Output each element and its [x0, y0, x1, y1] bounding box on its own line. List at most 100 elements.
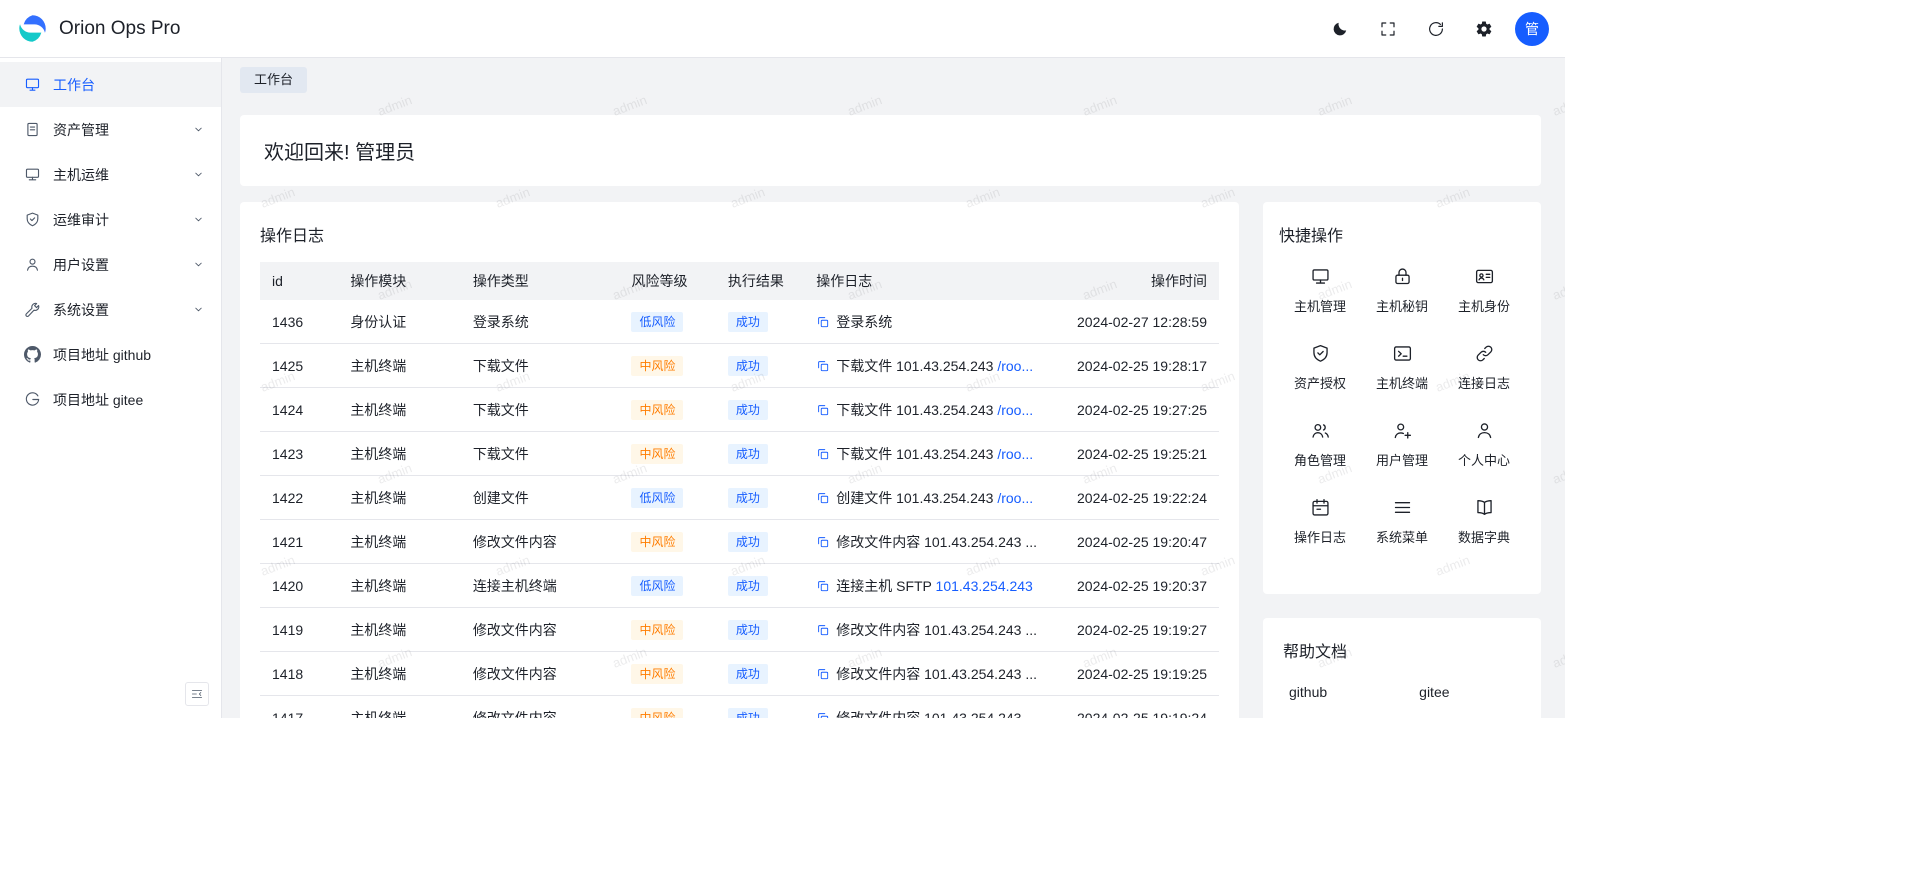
- risk-badge: 中风险: [631, 664, 683, 684]
- cell-type: 修改文件内容: [461, 608, 620, 652]
- quick-action-11[interactable]: 数据字典: [1443, 497, 1525, 546]
- log-link[interactable]: /roo...: [997, 402, 1033, 418]
- chevron-down-icon: [192, 123, 205, 136]
- cell-log: 修改文件内容 101.43.254.243 ...: [804, 652, 1057, 696]
- help-link-github[interactable]: github: [1289, 684, 1327, 700]
- quick-actions-title: 快捷操作: [1279, 222, 1525, 246]
- cell-time: 2024-02-25 19:27:25: [1057, 388, 1219, 432]
- quick-action-3[interactable]: 资产授权: [1279, 343, 1361, 392]
- quick-action-label: 资产授权: [1294, 373, 1346, 392]
- result-badge: 成功: [728, 488, 768, 508]
- quick-action-1[interactable]: 主机秘钥: [1361, 266, 1443, 315]
- help-docs-card: 帮助文档 githubgitee: [1263, 618, 1541, 718]
- column-header: 操作模块: [338, 262, 461, 300]
- quick-action-label: 系统菜单: [1376, 527, 1428, 546]
- log-text: 连接主机 SFTP 101.43.254.243: [836, 576, 1033, 596]
- cell-time: 2024-02-25 19:20:37: [1057, 564, 1219, 608]
- log-text: 下载文件 101.43.254.243 /roo...: [836, 444, 1033, 464]
- operation-log-title: 操作日志: [260, 222, 1219, 246]
- copy-icon[interactable]: [816, 711, 830, 719]
- cell-log: 登录系统: [804, 300, 1057, 344]
- header-actions: 管: [1323, 12, 1549, 46]
- copy-icon[interactable]: [816, 667, 830, 681]
- lock-icon: [1392, 266, 1413, 287]
- log-link[interactable]: /roo...: [997, 358, 1033, 374]
- cell-result: 成功: [716, 300, 804, 344]
- sidebar-item-3[interactable]: 运维审计: [0, 197, 221, 242]
- cell-type: 修改文件内容: [461, 520, 620, 564]
- tab-workbench[interactable]: 工作台: [240, 67, 307, 93]
- quick-action-label: 连接日志: [1458, 373, 1510, 392]
- cell-risk: 中风险: [619, 696, 715, 719]
- log-text: 修改文件内容 101.43.254.243 ...: [836, 532, 1037, 552]
- sidebar-item-1[interactable]: 资产管理: [0, 107, 221, 152]
- cell-result: 成功: [716, 564, 804, 608]
- audit-icon: [1310, 343, 1331, 364]
- app-window: Orion Ops Pro 管 工作台资产管理主机运维运维审计用户设置系统设置项…: [0, 0, 1565, 718]
- log-link[interactable]: /roo...: [997, 446, 1033, 462]
- quick-action-8[interactable]: 个人中心: [1443, 420, 1525, 469]
- help-link-gitee[interactable]: gitee: [1419, 684, 1449, 700]
- cell-result: 成功: [716, 388, 804, 432]
- cell-type: 下载文件: [461, 388, 620, 432]
- sidebar-item-6[interactable]: 项目地址 github: [0, 332, 221, 377]
- sidebar-item-5[interactable]: 系统设置: [0, 287, 221, 332]
- sidebar-item-7[interactable]: 项目地址 gitee: [0, 377, 221, 422]
- quick-action-9[interactable]: 操作日志: [1279, 497, 1361, 546]
- result-badge: 成功: [728, 356, 768, 376]
- cell-id: 1420: [260, 564, 338, 608]
- sidebar-item-4[interactable]: 用户设置: [0, 242, 221, 287]
- cell-risk: 中风险: [619, 432, 715, 476]
- table-row: 1422主机终端创建文件低风险成功创建文件 101.43.254.243 /ro…: [260, 476, 1219, 520]
- top-header: Orion Ops Pro 管: [0, 0, 1565, 58]
- tab-bar: 工作台: [240, 58, 1541, 115]
- cell-time: 2024-02-25 19:19:27: [1057, 608, 1219, 652]
- copy-icon[interactable]: [816, 623, 830, 637]
- log-link[interactable]: 101.43.254.243: [936, 578, 1033, 594]
- fullscreen-button[interactable]: [1371, 12, 1405, 46]
- user-avatar[interactable]: 管: [1515, 12, 1549, 46]
- quick-action-label: 用户管理: [1376, 450, 1428, 469]
- theme-toggle-button[interactable]: [1323, 12, 1357, 46]
- sidebar: 工作台资产管理主机运维运维审计用户设置系统设置项目地址 github项目地址 g…: [0, 58, 222, 718]
- copy-icon[interactable]: [816, 315, 830, 329]
- chevron-down-icon: [192, 258, 205, 271]
- quick-action-label: 数据字典: [1458, 527, 1510, 546]
- cell-log: 下载文件 101.43.254.243 /roo...: [804, 388, 1057, 432]
- audit-icon: [24, 211, 41, 228]
- sidebar-item-label: 主机运维: [53, 165, 180, 185]
- sidebar-collapse-button[interactable]: [185, 682, 209, 706]
- sidebar-item-0[interactable]: 工作台: [0, 62, 221, 107]
- welcome-card: 欢迎回来! 管理员: [240, 115, 1541, 186]
- copy-icon[interactable]: [816, 359, 830, 373]
- copy-icon[interactable]: [816, 579, 830, 593]
- result-badge: 成功: [728, 400, 768, 420]
- sidebar-item-2[interactable]: 主机运维: [0, 152, 221, 197]
- cell-id: 1419: [260, 608, 338, 652]
- result-badge: 成功: [728, 532, 768, 552]
- cell-id: 1417: [260, 696, 338, 719]
- settings-button[interactable]: [1467, 12, 1501, 46]
- cell-module: 主机终端: [338, 652, 461, 696]
- quick-action-6[interactable]: 角色管理: [1279, 420, 1361, 469]
- result-badge: 成功: [728, 312, 768, 332]
- chevron-down-icon: [192, 303, 205, 316]
- log-link[interactable]: /roo...: [997, 490, 1033, 506]
- quick-action-2[interactable]: 主机身份: [1443, 266, 1525, 315]
- copy-icon[interactable]: [816, 535, 830, 549]
- quick-action-4[interactable]: 主机终端: [1361, 343, 1443, 392]
- table-row: 1425主机终端下载文件中风险成功下载文件 101.43.254.243 /ro…: [260, 344, 1219, 388]
- quick-action-0[interactable]: 主机管理: [1279, 266, 1361, 315]
- copy-icon[interactable]: [816, 403, 830, 417]
- copy-icon[interactable]: [816, 447, 830, 461]
- copy-icon[interactable]: [816, 491, 830, 505]
- cell-id: 1425: [260, 344, 338, 388]
- refresh-button[interactable]: [1419, 12, 1453, 46]
- cell-log: 修改文件内容 101.43.254.243 ...: [804, 696, 1057, 719]
- table-header-row: id操作模块操作类型风险等级执行结果操作日志操作时间: [260, 262, 1219, 300]
- column-header: id: [260, 262, 338, 300]
- cell-result: 成功: [716, 432, 804, 476]
- quick-action-5[interactable]: 连接日志: [1443, 343, 1525, 392]
- quick-action-10[interactable]: 系统菜单: [1361, 497, 1443, 546]
- quick-action-7[interactable]: 用户管理: [1361, 420, 1443, 469]
